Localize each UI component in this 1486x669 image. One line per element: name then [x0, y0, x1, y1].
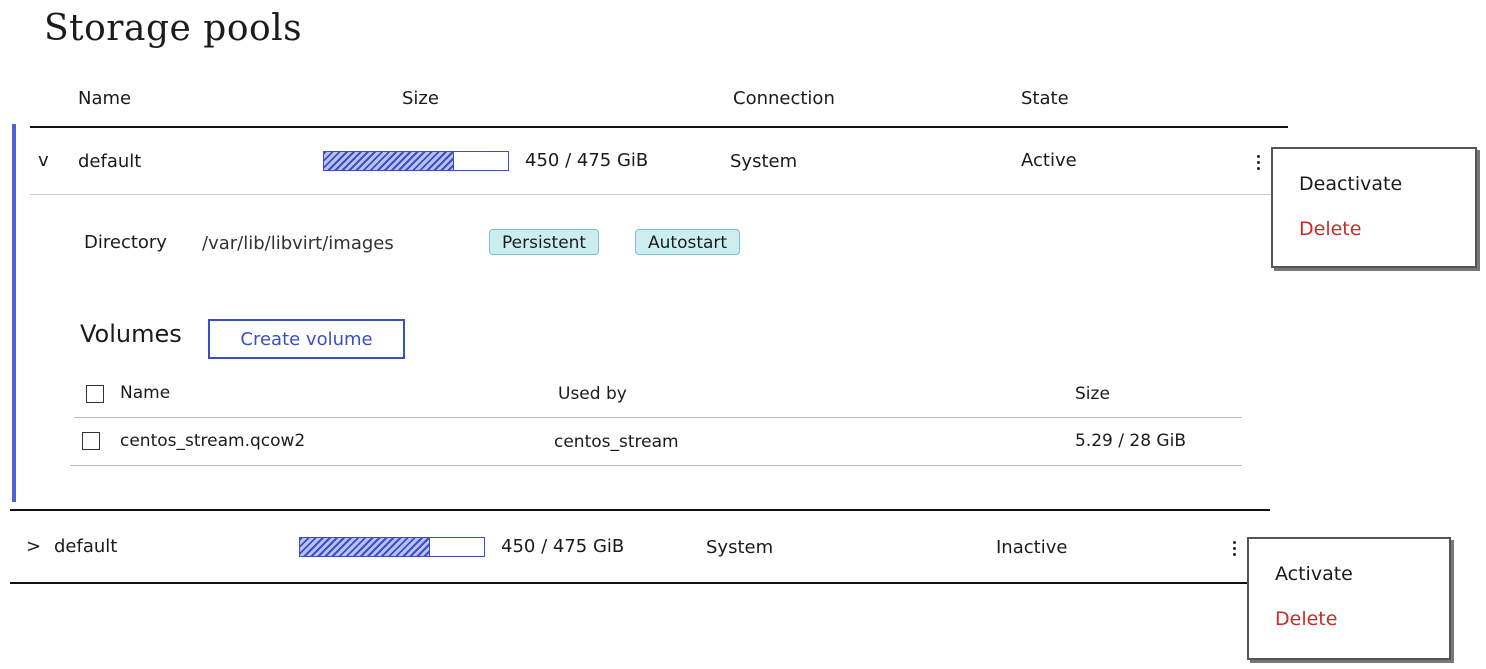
volume-column-used-by[interactable]: Used by [558, 384, 627, 404]
pool-state: Inactive [996, 537, 1068, 558]
pool-connection: System [730, 151, 798, 172]
table-header-divider [30, 126, 1288, 128]
pool-usage-bar [323, 151, 509, 171]
volume-size: 5.29 / 28 GiB [1075, 431, 1186, 451]
volume-used-by: centos_stream [554, 432, 679, 452]
column-header-size[interactable]: Size [402, 88, 439, 109]
volume-name: centos_stream.qcow2 [120, 431, 306, 451]
expanded-row-accent [12, 124, 16, 502]
menu-item-deactivate[interactable]: Deactivate [1299, 173, 1402, 195]
chevron-down-icon[interactable]: v [38, 150, 49, 171]
kebab-icon[interactable] [1255, 154, 1261, 172]
pool-state: Active [1021, 150, 1077, 171]
tag-persistent: Persistent [489, 229, 600, 255]
row-divider-strong [10, 509, 1270, 511]
pool-usage-fill [300, 538, 430, 556]
pool-actions-menu: Activate Delete [1247, 537, 1451, 660]
pool-usage-bar [299, 537, 485, 557]
volume-header-divider [74, 417, 1242, 418]
pool-usage-fill [324, 152, 454, 170]
chevron-right-icon[interactable]: > [26, 536, 41, 557]
pool-actions-menu: Deactivate Delete [1271, 147, 1477, 268]
pool-size-text: 450 / 475 GiB [525, 150, 649, 171]
column-header-connection[interactable]: Connection [733, 88, 835, 109]
volumes-heading: Volumes [80, 320, 182, 348]
volume-column-size[interactable]: Size [1075, 384, 1110, 404]
menu-item-delete[interactable]: Delete [1299, 218, 1361, 240]
select-all-volumes-checkbox[interactable] [86, 385, 104, 403]
menu-item-delete[interactable]: Delete [1275, 608, 1337, 630]
pool-name: default [78, 151, 142, 172]
directory-label: Directory [84, 232, 167, 253]
kebab-icon[interactable] [1231, 540, 1237, 558]
volume-row-divider [70, 465, 1242, 466]
row-divider [30, 194, 1288, 195]
table-bottom-divider [10, 582, 1270, 584]
pool-connection: System [706, 537, 774, 558]
menu-item-activate[interactable]: Activate [1275, 563, 1353, 585]
pool-name: default [54, 536, 118, 557]
page-title: Storage pools [44, 8, 303, 49]
tag-autostart: Autostart [635, 229, 741, 255]
create-volume-button[interactable]: Create volume [208, 319, 405, 359]
column-header-state[interactable]: State [1021, 88, 1069, 109]
pool-size-text: 450 / 475 GiB [501, 536, 625, 557]
volume-column-name[interactable]: Name [120, 383, 170, 403]
column-header-name[interactable]: Name [78, 88, 131, 109]
directory-value: /var/lib/libvirt/images [202, 233, 394, 254]
volume-row-checkbox[interactable] [82, 432, 100, 450]
